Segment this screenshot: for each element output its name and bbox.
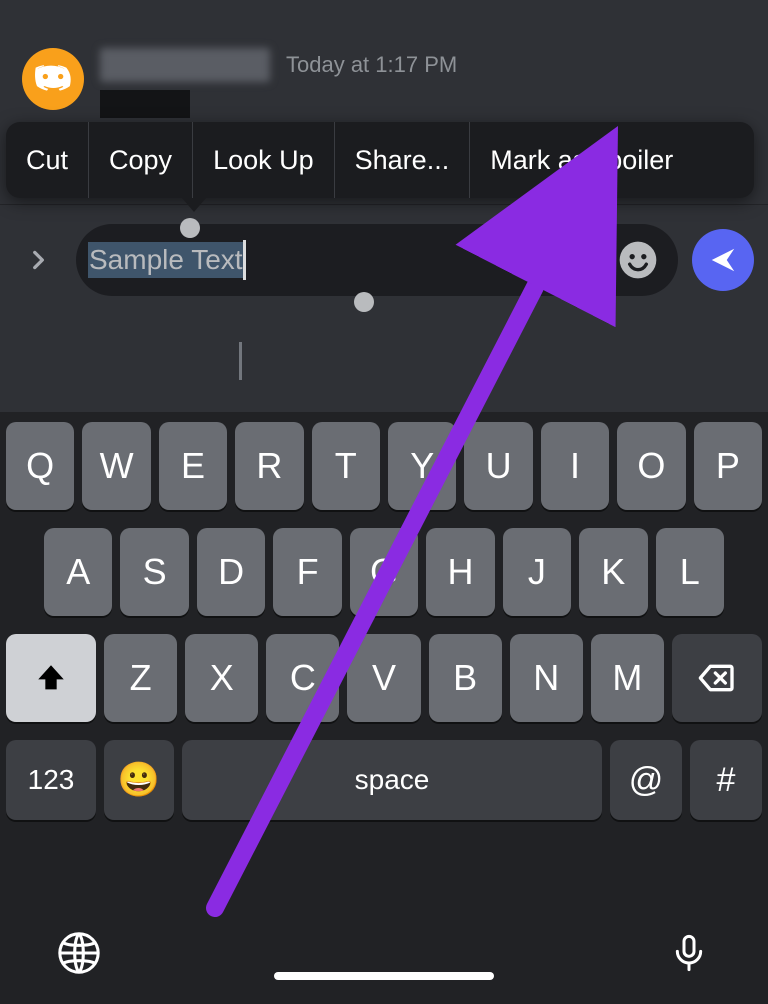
key-hash[interactable]: # bbox=[690, 740, 762, 820]
home-indicator[interactable] bbox=[274, 972, 494, 980]
keyboard-row-2: A S D F G H J K L bbox=[6, 528, 762, 616]
message-body: Today at 1:17 PM bbox=[100, 48, 746, 118]
smile-icon bbox=[618, 240, 658, 280]
dictation-button[interactable] bbox=[662, 926, 716, 980]
discord-logo-icon bbox=[33, 59, 73, 99]
key-r[interactable]: R bbox=[235, 422, 303, 510]
message-input-row: Sample Text bbox=[0, 224, 768, 296]
keyboard-row-4: 123 😀 space @ # bbox=[6, 740, 762, 820]
key-x[interactable]: X bbox=[185, 634, 258, 722]
keyboard-row-1: Q W E R T Y U I O P bbox=[6, 422, 762, 510]
message-input[interactable]: Sample Text bbox=[76, 224, 678, 296]
key-b[interactable]: B bbox=[429, 634, 502, 722]
key-s[interactable]: S bbox=[120, 528, 188, 616]
avatar[interactable] bbox=[22, 48, 84, 110]
key-p[interactable]: P bbox=[694, 422, 762, 510]
key-g[interactable]: G bbox=[350, 528, 418, 616]
expand-actions-button[interactable] bbox=[14, 236, 62, 284]
username-redacted bbox=[100, 48, 270, 82]
key-u[interactable]: U bbox=[464, 422, 532, 510]
selection-handle-start[interactable] bbox=[180, 218, 200, 238]
backspace-icon bbox=[697, 658, 737, 698]
key-numeric[interactable]: 123 bbox=[6, 740, 96, 820]
key-l[interactable]: L bbox=[656, 528, 724, 616]
emoji-picker-button[interactable] bbox=[618, 240, 658, 280]
text-cursor bbox=[243, 240, 246, 280]
key-d[interactable]: D bbox=[197, 528, 265, 616]
chevron-right-icon bbox=[25, 247, 51, 273]
divider bbox=[0, 204, 768, 205]
key-v[interactable]: V bbox=[347, 634, 420, 722]
menu-cut[interactable]: Cut bbox=[6, 122, 89, 198]
keyboard-row-3: Z X C V B N M bbox=[6, 634, 762, 722]
key-n[interactable]: N bbox=[510, 634, 583, 722]
key-emoji[interactable]: 😀 bbox=[104, 740, 174, 820]
text-context-menu: Cut Copy Look Up Share... Mark as spoile… bbox=[6, 122, 754, 198]
menu-lookup[interactable]: Look Up bbox=[193, 122, 335, 198]
key-q[interactable]: Q bbox=[6, 422, 74, 510]
menu-copy[interactable]: Copy bbox=[89, 122, 193, 198]
message-content-redacted bbox=[100, 90, 190, 118]
key-space[interactable]: space bbox=[182, 740, 602, 820]
message-input-text: Sample Text bbox=[88, 242, 244, 278]
shift-icon bbox=[34, 661, 68, 695]
globe-button[interactable] bbox=[52, 926, 106, 980]
globe-icon bbox=[56, 930, 102, 976]
key-w[interactable]: W bbox=[82, 422, 150, 510]
key-e[interactable]: E bbox=[159, 422, 227, 510]
key-k[interactable]: K bbox=[579, 528, 647, 616]
message-timestamp: Today at 1:17 PM bbox=[286, 52, 457, 78]
key-f[interactable]: F bbox=[273, 528, 341, 616]
key-a[interactable]: A bbox=[44, 528, 112, 616]
key-m[interactable]: M bbox=[591, 634, 664, 722]
menu-share[interactable]: Share... bbox=[335, 122, 471, 198]
key-o[interactable]: O bbox=[617, 422, 685, 510]
key-c[interactable]: C bbox=[266, 634, 339, 722]
message-row: Today at 1:17 PM bbox=[22, 48, 746, 118]
send-button[interactable] bbox=[692, 229, 754, 291]
key-j[interactable]: J bbox=[503, 528, 571, 616]
key-t[interactable]: T bbox=[312, 422, 380, 510]
send-icon bbox=[708, 245, 738, 275]
key-backspace[interactable] bbox=[672, 634, 762, 722]
menu-mark-spoiler[interactable]: Mark as spoiler bbox=[470, 122, 693, 198]
key-at[interactable]: @ bbox=[610, 740, 682, 820]
selection-handle-end[interactable] bbox=[354, 292, 374, 312]
key-i[interactable]: I bbox=[541, 422, 609, 510]
context-menu-caret bbox=[182, 198, 206, 212]
key-z[interactable]: Z bbox=[104, 634, 177, 722]
idle-caret bbox=[239, 342, 242, 380]
ios-keyboard: Q W E R T Y U I O P A S D F G H J K L Z … bbox=[0, 412, 768, 1004]
key-y[interactable]: Y bbox=[388, 422, 456, 510]
key-shift[interactable] bbox=[6, 634, 96, 722]
microphone-icon bbox=[669, 930, 709, 976]
key-h[interactable]: H bbox=[426, 528, 494, 616]
